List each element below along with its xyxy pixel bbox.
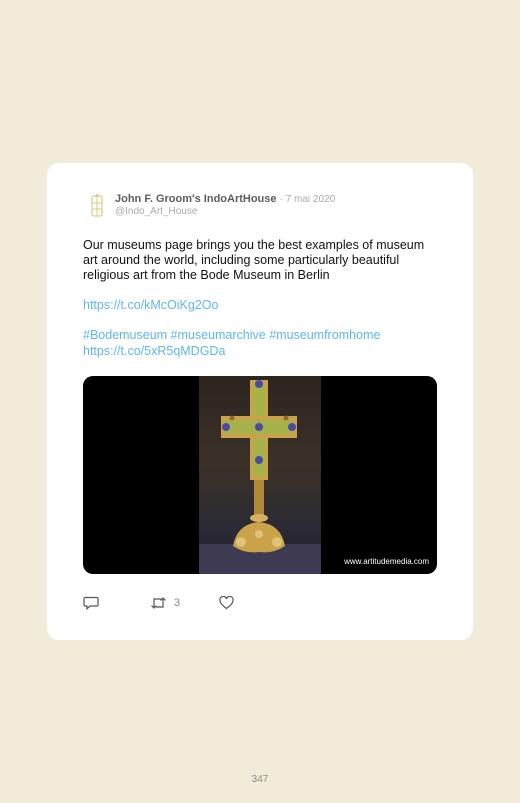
page-number: 347 — [251, 774, 269, 785]
avatar[interactable] — [85, 193, 109, 219]
heart-icon — [219, 596, 234, 610]
logo-icon — [91, 194, 103, 217]
retweet-button[interactable]: 3 — [150, 595, 180, 611]
tweet-hashtags[interactable]: #Bodemuseum #museumarchive #museumfromho… — [83, 328, 380, 343]
reply-icon — [83, 596, 99, 610]
reply-button[interactable] — [83, 595, 99, 611]
tweet-text: Our museums page brings you the best exa… — [83, 238, 425, 282]
retweet-count: 3 — [174, 597, 181, 609]
like-button[interactable] — [219, 595, 234, 611]
author-handle[interactable]: @Indo_Art_House — [115, 206, 197, 217]
retweet-icon — [151, 597, 166, 609]
author-name[interactable]: John F. Groom's IndoArtHouse — [115, 193, 277, 205]
cross-image — [199, 380, 321, 574]
media-photo — [199, 376, 321, 574]
tweet-media[interactable]: www.artitudemedia.com — [83, 376, 437, 574]
tweet-card: John F. Groom's IndoArtHouse · 7 mai 202… — [47, 163, 473, 640]
tweet-link-2[interactable]: https://t.co/5xR5qMDGDa — [83, 344, 225, 359]
author-row: John F. Groom's IndoArtHouse · 7 mai 202… — [115, 193, 335, 205]
tweet-date[interactable]: · 7 mai 2020 — [280, 194, 336, 205]
tweet-link-1[interactable]: https://t.co/kMcOiKg2Oo — [83, 298, 218, 313]
tweet-actions: 3 — [83, 595, 283, 611]
media-watermark: www.artitudemedia.com — [344, 557, 429, 566]
